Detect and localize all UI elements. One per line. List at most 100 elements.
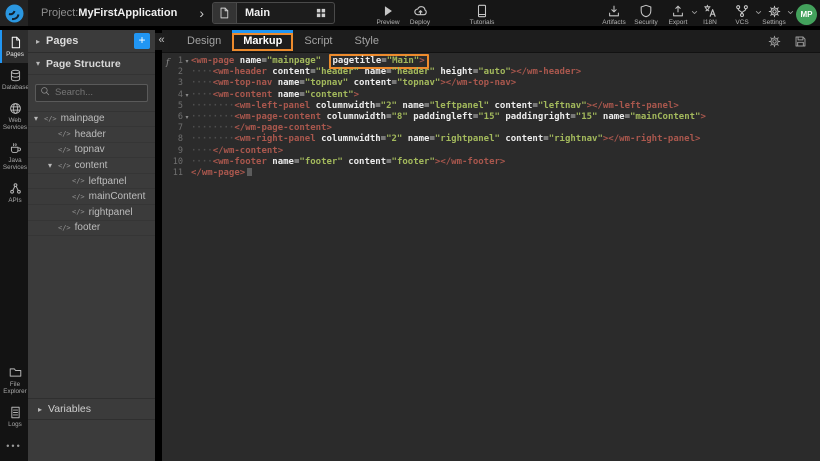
code-text: ········<wm-page-content columnwidth="8"… xyxy=(191,112,706,123)
grid-icon xyxy=(315,7,327,19)
tab-markup[interactable]: Markup xyxy=(232,30,293,52)
user-avatar[interactable]: MP xyxy=(796,4,817,25)
export-button[interactable]: Export xyxy=(662,3,694,26)
page-structure-header[interactable]: ▾ Page Structure xyxy=(28,53,155,75)
artifacts-button[interactable]: Artifacts xyxy=(598,3,630,26)
deploy-button[interactable]: Deploy xyxy=(404,3,436,26)
security-button[interactable]: Security xyxy=(630,3,662,26)
tab-label: Design xyxy=(187,35,221,47)
variables-section[interactable]: ▸ Variables xyxy=(28,398,155,420)
tab-label: Markup xyxy=(243,35,282,47)
line-number: 7 xyxy=(162,123,183,134)
variables-caret-icon[interactable]: ▸ xyxy=(38,405,48,414)
tree-item-label: mainContent xyxy=(89,191,146,202)
sidebar-item-apis[interactable]: APIs xyxy=(0,176,28,209)
tree-item-label: leftpanel xyxy=(89,176,127,187)
play-icon xyxy=(381,4,395,18)
save-button[interactable] xyxy=(794,35,807,48)
sidebar-more-button[interactable]: ••• xyxy=(0,433,28,461)
sidebar-item-java-services[interactable]: Java Services xyxy=(0,136,28,176)
tree-item-content[interactable]: ▾</>content xyxy=(28,158,155,174)
widget-code-icon: </> xyxy=(72,193,85,201)
sidebar-item-databases[interactable]: Databases xyxy=(0,63,28,96)
widget-code-icon: </> xyxy=(58,130,71,138)
fold-marker-icon[interactable]: ▾ xyxy=(183,91,191,102)
tree-item-header[interactable]: </>header xyxy=(28,127,155,143)
code-line-2[interactable]: 2····<wm-header content="header" name="h… xyxy=(162,67,820,78)
code-line-10[interactable]: 10····<wm-footer name="footer" content="… xyxy=(162,157,820,168)
page-tab-main[interactable]: Main xyxy=(212,2,335,24)
tree-item-label: topnav xyxy=(75,144,105,155)
code-line-8[interactable]: 8········<wm-right-panel columnwidth="2"… xyxy=(162,134,820,145)
line-number: 2 xyxy=(162,67,183,78)
app-logo[interactable] xyxy=(0,0,28,26)
sidebar-item-label: Pages xyxy=(2,51,28,58)
tutorials-label: Tutorials xyxy=(470,19,495,26)
code-text: ····<wm-top-nav name="topnav" content="t… xyxy=(191,78,516,89)
code-line-5[interactable]: 5········<wm-left-panel columnwidth="2" … xyxy=(162,101,820,112)
tree-item-mainContent[interactable]: </> mainContent xyxy=(28,189,155,205)
gear-icon xyxy=(768,35,781,48)
pages-panel-header[interactable]: ▸ Pages + xyxy=(28,30,155,53)
vcs-button[interactable]: VCS xyxy=(726,3,758,26)
sidebar-item-label: Logs xyxy=(2,421,28,428)
sidebar-item-label: File Explorer xyxy=(2,381,28,395)
settings-label: Settings xyxy=(762,19,786,26)
page-structure-tree: ▾</>mainpage</>header</>topnav▾</>conten… xyxy=(28,112,155,237)
sidebar-item-file-explorer[interactable]: File Explorer xyxy=(0,360,28,400)
tab-design[interactable]: Design xyxy=(176,30,232,52)
tree-item-footer[interactable]: </>footer xyxy=(28,221,155,237)
search-icon xyxy=(40,86,50,96)
sidebar-item-web-services[interactable]: Web Services xyxy=(0,96,28,136)
sidebar-item-pages[interactable]: Pages xyxy=(0,30,28,63)
pages-caret-icon[interactable]: ▸ xyxy=(36,37,46,46)
code-text: </wm-page> xyxy=(191,168,252,179)
code-line-6[interactable]: 6▾········<wm-page-content columnwidth="… xyxy=(162,112,820,123)
tree-item-mainpage[interactable]: ▾</>mainpage xyxy=(28,112,155,128)
search-input[interactable] xyxy=(35,84,148,102)
active-tab-indicator xyxy=(232,30,293,33)
fold-marker-icon[interactable]: ▾ xyxy=(183,57,191,68)
tree-item-leftpanel[interactable]: </>leftpanel xyxy=(28,174,155,190)
chevron-down-icon xyxy=(787,9,794,16)
export-label: Export xyxy=(669,19,688,26)
code-line-9[interactable]: 9····</wm-content> xyxy=(162,146,820,157)
folder-icon xyxy=(9,366,22,379)
tab-script[interactable]: Script xyxy=(293,30,343,52)
code-line-3[interactable]: 3····<wm-top-nav name="topnav" content="… xyxy=(162,78,820,89)
tree-item-label: rightpanel xyxy=(89,207,133,218)
line-number: 11 xyxy=(162,168,183,179)
code-line-4[interactable]: 4▾····<wm-content name="content"> xyxy=(162,90,820,101)
tree-caret-icon[interactable]: ▾ xyxy=(34,114,44,123)
branch-icon xyxy=(735,4,749,18)
page-file-icon xyxy=(213,3,237,23)
editor-tab-bar: Design Markup Script Style xyxy=(162,30,820,53)
collapse-panel-button[interactable]: « xyxy=(155,33,168,50)
page-structure-caret-icon[interactable]: ▾ xyxy=(36,59,46,68)
tree-caret-icon[interactable]: ▾ xyxy=(48,161,58,170)
code-text: ····</wm-content> xyxy=(191,146,283,157)
preview-button[interactable]: Preview xyxy=(372,3,404,26)
code-line-11[interactable]: 11 </wm-page> xyxy=(162,168,820,179)
fold-marker-icon[interactable]: ▾ xyxy=(183,113,191,124)
sidebar-item-logs[interactable]: Logs xyxy=(0,400,28,433)
widget-code-icon: </> xyxy=(58,146,71,154)
settings-button[interactable]: Settings xyxy=(758,3,790,26)
api-icon xyxy=(9,182,22,195)
left-icon-rail: Pages DatabasesWeb ServicesJava ServicesA… xyxy=(0,30,28,461)
tab-style[interactable]: Style xyxy=(344,30,390,52)
editor-settings-button[interactable] xyxy=(768,35,781,48)
tree-item-topnav[interactable]: </> topnav xyxy=(28,143,155,159)
tree-item-rightpanel[interactable]: </>rightpanel xyxy=(28,205,155,221)
tab-label: Style xyxy=(355,35,379,47)
line-number: 6 xyxy=(162,112,183,123)
code-line-7[interactable]: 7········</wm-page-content> xyxy=(162,123,820,134)
add-page-button[interactable]: + xyxy=(134,33,150,49)
cloud-upload-icon xyxy=(413,3,428,18)
page-switcher-grid-icon[interactable] xyxy=(315,7,327,19)
code-line-1[interactable]: 1▾<wm-page name="mainpage" pagetitle="Ma… xyxy=(162,56,820,67)
i18n-button[interactable]: I18N xyxy=(694,3,726,26)
save-icon xyxy=(794,35,807,48)
tutorials-button[interactable]: Tutorials xyxy=(466,3,498,26)
markup-code-editor[interactable]: f 1▾<wm-page name="mainpage" pagetitle="… xyxy=(162,53,820,461)
